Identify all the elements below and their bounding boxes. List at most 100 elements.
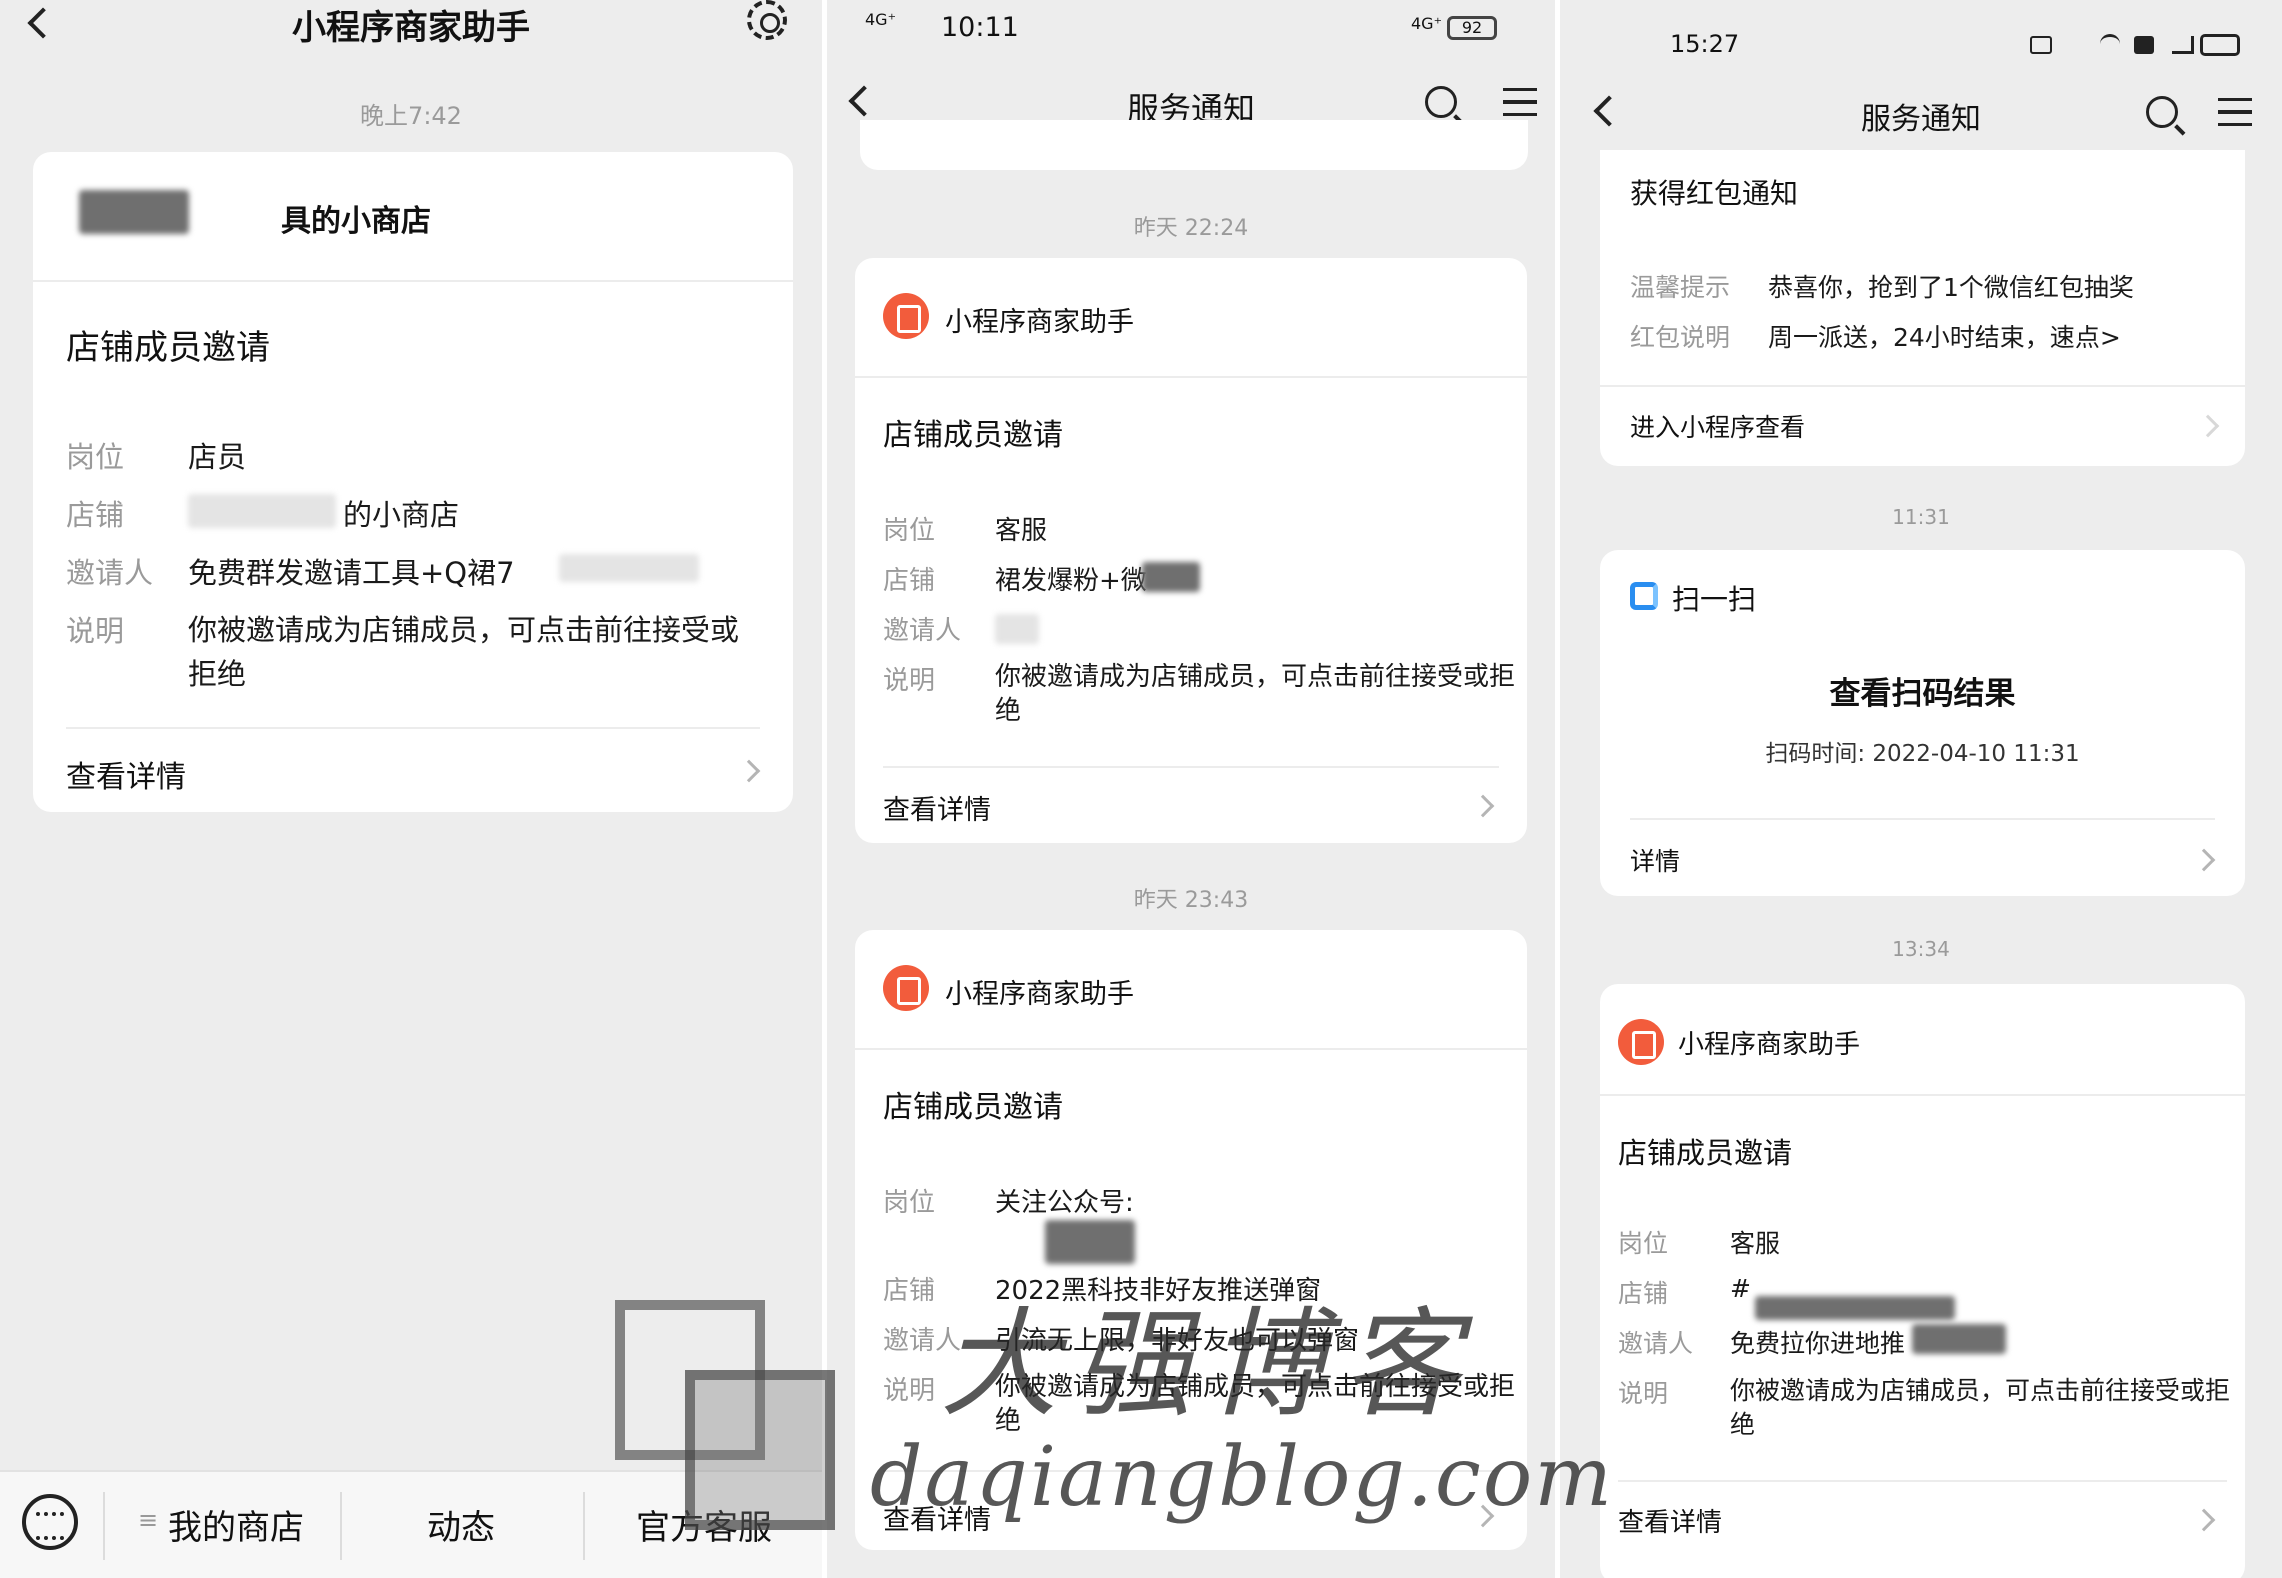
- menu-icon[interactable]: [2218, 98, 2252, 126]
- redacted-shop-avatar: [79, 190, 189, 234]
- view-details-link[interactable]: 查看详情: [883, 788, 991, 827]
- invite-card[interactable]: 小程序商家助手 店铺成员邀请 岗位 客服 店铺 # 邀请人 免费拉你进地推 说明…: [1600, 984, 2245, 1578]
- divider: [583, 1492, 585, 1560]
- divider: [855, 1048, 1527, 1050]
- signal-icon: [2172, 36, 2194, 54]
- redacted-text: [1755, 1296, 1955, 1320]
- divider: [103, 1492, 105, 1560]
- row-label: 店铺: [883, 1276, 936, 1306]
- message-time: 13:34: [1892, 937, 1950, 961]
- message-time: 昨天 23:43: [1133, 888, 1249, 913]
- row-label: 岗位: [883, 1188, 936, 1218]
- card-title: 店铺成员邀请: [1618, 1136, 1793, 1170]
- row-label: 邀请人: [1618, 1329, 1694, 1358]
- watermark-text: 大强博客: [940, 1295, 1477, 1433]
- watermark-logo: [685, 1370, 835, 1530]
- vibrate-icon: [2030, 36, 2052, 54]
- chevron-right-icon: [2196, 414, 2220, 438]
- card-title: 店铺成员邀请: [66, 328, 270, 368]
- invite-card[interactable]: 小程序商家助手 店铺成员邀请 岗位 客服 店铺 裙发爆粉+微 邀请人 说明 你被…: [855, 258, 1527, 843]
- battery-icon: [2200, 34, 2240, 56]
- row-label: 说明: [883, 1376, 936, 1406]
- open-miniprogram-link[interactable]: 进入小程序查看: [1630, 408, 1805, 444]
- row-value: 客服: [1730, 1229, 1781, 1258]
- sender-name: 小程序商家助手: [1678, 1030, 1861, 1060]
- chevron-right-icon: [737, 759, 761, 783]
- row-label: 温馨提示: [1630, 273, 1731, 302]
- message-time: 11:31: [1892, 505, 1950, 529]
- search-icon[interactable]: [2146, 96, 2178, 128]
- battery-icon: 92: [1447, 16, 1497, 40]
- view-details-link[interactable]: 查看详情: [66, 752, 186, 796]
- signal-indicator: 4G⁺: [865, 10, 897, 29]
- merchant-assistant-icon: [883, 293, 929, 339]
- scan-time: 扫码时间: 2022-04-10 11:31: [1765, 741, 2080, 767]
- row-value: 店员: [188, 440, 247, 474]
- card-title: 获得红包通知: [1630, 177, 1799, 210]
- card-title: 店铺成员邀请: [883, 418, 1063, 453]
- row-value: 裙发爆粉+微: [995, 566, 1147, 596]
- row-label: 岗位: [1618, 1229, 1669, 1258]
- row-value: 关注公众号:: [995, 1188, 1134, 1218]
- view-details-link[interactable]: 查看详情: [1618, 1502, 1722, 1539]
- sender-name: 小程序商家助手: [945, 979, 1134, 1010]
- panel-service-notifications-2: 15:27 服务通知 获得红包通知 温馨提示 恭喜你，抢到了1个微信红包抽奖 红…: [1560, 0, 2282, 1578]
- search-icon[interactable]: [1425, 86, 1457, 118]
- scan-result-card[interactable]: 扫一扫 查看扫码结果 扫码时间: 2022-04-10 11:31 详情: [1600, 550, 2245, 896]
- row-label: 店铺: [883, 566, 936, 596]
- redacted-text: [995, 614, 1039, 644]
- divider: [1618, 1480, 2227, 1482]
- scan-result-title: 查看扫码结果: [1829, 676, 2016, 712]
- chevron-right-icon: [2192, 848, 2216, 872]
- sender-name: 扫一扫: [1672, 583, 1757, 616]
- watermark-url: daqiangblog.com: [870, 1430, 1614, 1525]
- status-time: 15:27: [1670, 30, 1740, 58]
- status-time: 10:11: [941, 12, 1019, 43]
- chevron-right-icon: [2192, 1508, 2216, 1532]
- row-value: 周一派送，24小时结束，速点>: [1768, 323, 2121, 352]
- row-label: 岗位: [883, 516, 936, 546]
- message-time: 晚上7:42: [360, 102, 462, 130]
- redacted-text: [1912, 1324, 2006, 1354]
- redacted-text: [559, 554, 699, 582]
- row-value: #: [1730, 1274, 1751, 1303]
- menu-icon[interactable]: [1503, 88, 1537, 116]
- menu-lines-icon: ≡: [138, 1506, 159, 1534]
- row-value: 客服: [995, 516, 1048, 546]
- redacted-text: [1045, 1220, 1135, 1264]
- red-packet-card[interactable]: 获得红包通知 温馨提示 恭喜你，抢到了1个微信红包抽奖 红包说明 周一派送，24…: [1600, 150, 2245, 466]
- row-value: 你被邀请成为店铺成员，可点击前往接受或拒绝: [1730, 1376, 2231, 1439]
- row-value: 免费拉你进地推: [1730, 1329, 1906, 1358]
- row-label: 邀请人: [66, 556, 154, 590]
- hd-icon: [2134, 36, 2154, 54]
- page-title: 小程序商家助手: [292, 8, 530, 48]
- message-time: 昨天 22:24: [1133, 216, 1249, 241]
- row-label: 岗位: [66, 440, 125, 474]
- invite-card[interactable]: 具的小商店 店铺成员邀请 岗位 店员 店铺 的小商店 邀请人 免费群发邀请工具+…: [33, 152, 793, 812]
- divider: [855, 376, 1527, 378]
- divider: [1600, 1094, 2245, 1096]
- row-label: 说明: [66, 614, 125, 648]
- network-indicator: 4G⁺: [1411, 14, 1443, 33]
- chevron-right-icon: [1471, 794, 1495, 818]
- row-value: 你被邀请成为店铺成员，可点击前往接受或拒绝: [188, 613, 740, 691]
- details-link[interactable]: 详情: [1630, 842, 1680, 878]
- tab-my-shop[interactable]: 我的商店: [168, 1500, 304, 1549]
- scan-icon: [1630, 582, 1658, 610]
- divider: [883, 766, 1499, 768]
- divider: [340, 1492, 342, 1560]
- tab-dynamics[interactable]: 动态: [427, 1500, 495, 1549]
- row-value: 免费群发邀请工具+Q裙7: [188, 556, 515, 590]
- settings-gear-icon[interactable]: [747, 0, 787, 40]
- row-label: 店铺: [1618, 1279, 1669, 1308]
- divider: [33, 280, 793, 282]
- card-title: 店铺成员邀请: [883, 1090, 1063, 1125]
- row-value: 恭喜你，抢到了1个微信红包抽奖: [1768, 273, 2134, 302]
- keyboard-icon[interactable]: [22, 1494, 78, 1550]
- row-value: 你被邀请成为店铺成员，可点击前往接受或拒绝: [995, 662, 1516, 726]
- redacted-text: [188, 494, 336, 528]
- row-value: 的小商店: [343, 498, 460, 532]
- merchant-assistant-icon: [883, 965, 929, 1011]
- merchant-assistant-icon: [1618, 1019, 1664, 1065]
- wifi-icon: [2100, 34, 2120, 54]
